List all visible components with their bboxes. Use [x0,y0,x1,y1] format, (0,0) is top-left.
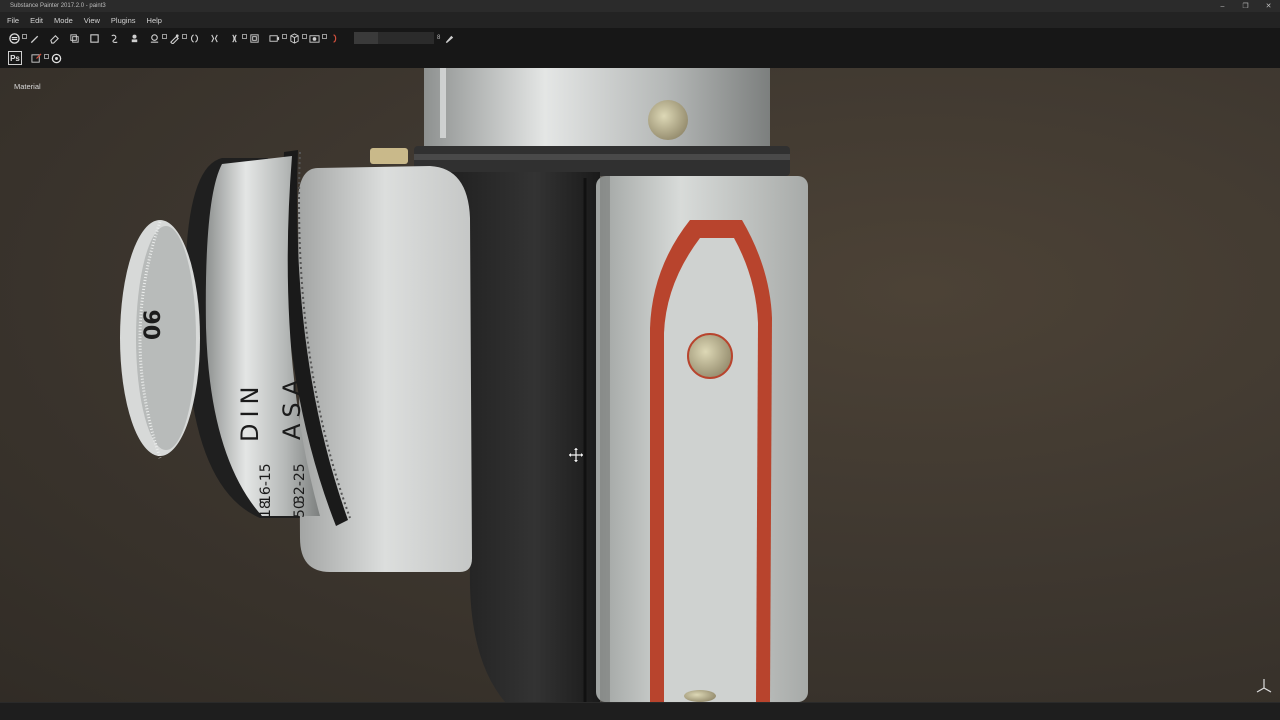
close-button[interactable]: ✕ [1257,0,1280,12]
photoshop-export-button[interactable]: Ps [8,51,22,65]
title-bar: Substance Painter 2017.2.0 - paint3 – ❐ … [0,0,1280,12]
substance-logo-icon[interactable] [8,32,27,45]
camera-view-icon[interactable] [268,32,287,45]
3d-viewport[interactable]: 06 DIN ASA 16-15 32-25 18 50 Material [0,68,1280,702]
uv-layout-icon[interactable] [248,32,261,45]
color-picker-icon[interactable] [168,32,187,45]
eraser-icon[interactable] [48,32,61,45]
brush-size-slider[interactable] [354,32,434,44]
mirror-x-icon[interactable] [208,32,221,45]
menu-file[interactable]: File [4,16,27,25]
dial-scale-label-1: 16-15 [258,463,274,504]
dial-scale-label-2: 32-25 [292,463,308,504]
mirror-y-icon[interactable] [228,32,247,45]
menu-help[interactable]: Help [144,16,170,25]
main-toolbar: 8 [0,28,1280,48]
polygon-fill-icon[interactable] [88,32,101,45]
pen-pressure-icon[interactable] [443,32,456,45]
dial-scale-label-3: 18 [258,500,274,518]
window-title: Substance Painter 2017.2.0 - paint3 [10,3,106,9]
dial-scale-label-4: 50 [292,500,308,518]
menu-view[interactable]: View [81,16,108,25]
layer-export-icon[interactable] [30,52,49,65]
lasso-icon[interactable] [328,32,341,45]
smudge-icon[interactable] [108,32,121,45]
settings-icon[interactable] [50,52,63,65]
status-bar [0,702,1280,720]
material-picker-icon[interactable] [148,32,167,45]
viewport-mode-label: Material [14,82,41,91]
axis-gizmo-icon[interactable] [1254,676,1274,696]
menu-mode[interactable]: Mode [51,16,81,25]
dial-din-label: DIN [236,380,264,442]
menu-edit[interactable]: Edit [27,16,51,25]
menu-plugins[interactable]: Plugins [108,16,144,25]
camera-model-render: 06 DIN ASA 16-15 32-25 18 50 [120,68,808,702]
paint-brush-icon[interactable] [28,32,41,45]
menu-bar: File Edit Mode View Plugins Help [0,12,1280,28]
screenshot-icon[interactable] [308,32,327,45]
minimize-button[interactable]: – [1211,0,1234,12]
brush-size-fill [354,32,378,44]
dial-number-label: 06 [141,309,166,340]
move-cursor-icon [569,448,583,462]
symmetry-icon[interactable] [188,32,201,45]
dial-asa-label: ASA [278,373,306,440]
restore-button[interactable]: ❐ [1234,0,1257,12]
cube-view-icon[interactable] [288,32,307,45]
projection-icon[interactable] [68,32,81,45]
window-controls: – ❐ ✕ [1211,0,1280,12]
clone-stamp-icon[interactable] [128,32,141,45]
secondary-toolbar: Ps [0,48,1280,68]
